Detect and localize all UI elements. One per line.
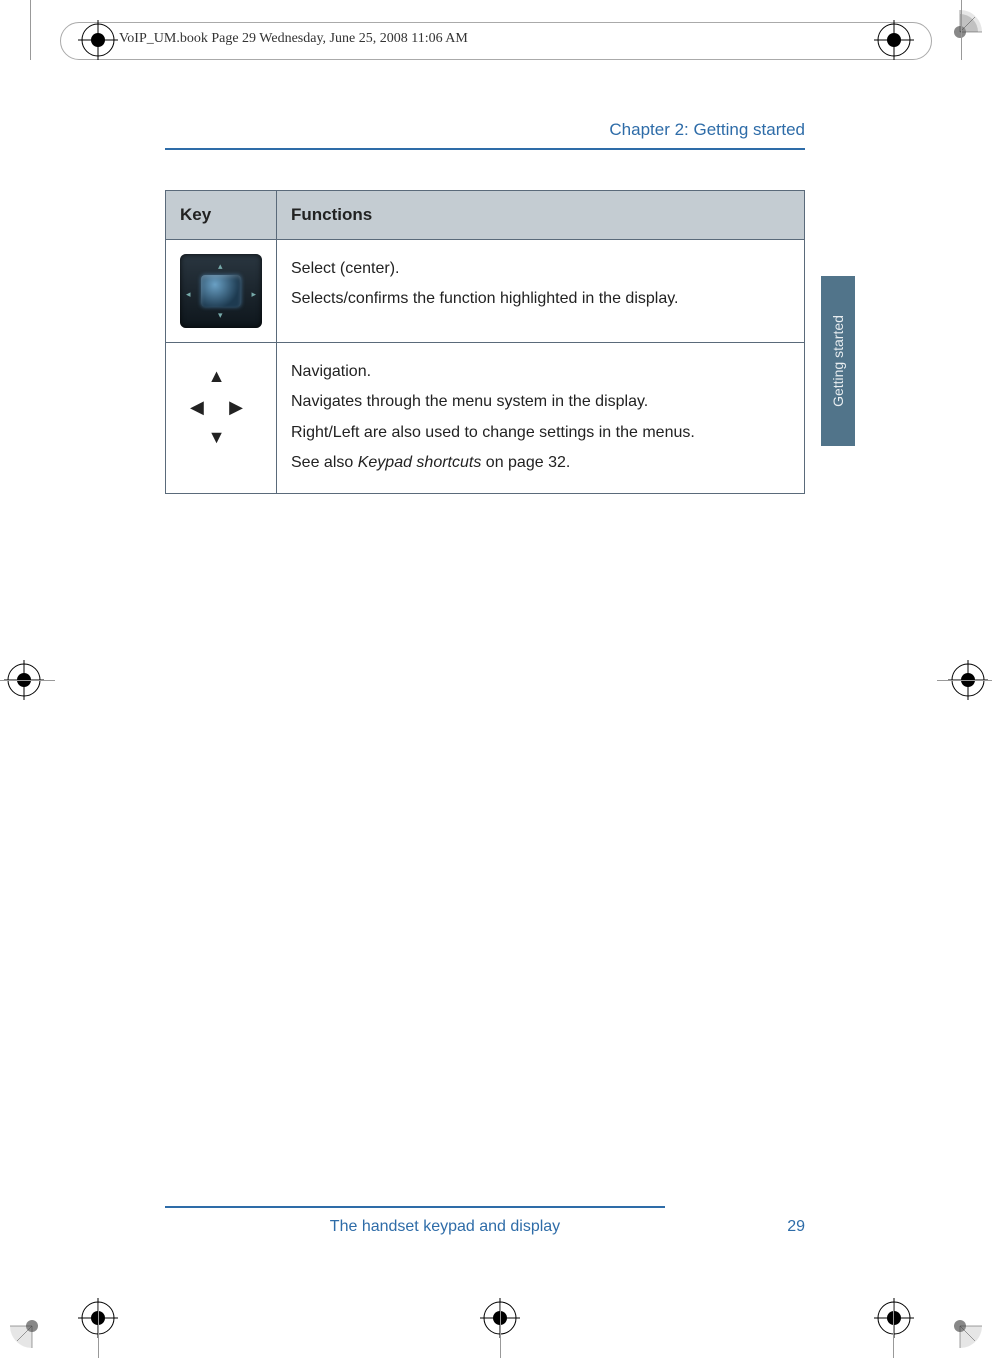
registration-mark-icon — [874, 20, 914, 60]
chapter-heading: Chapter 2: Getting started — [165, 120, 805, 140]
running-head-text: VoIP_UM.book Page 29 Wednesday, June 25,… — [115, 31, 472, 47]
table-header-row: Key Functions — [166, 191, 805, 240]
arrow-up-icon: ▲ — [180, 361, 262, 392]
crop-line — [30, 0, 31, 60]
crop-fan-icon — [938, 1304, 982, 1348]
th-key: Key — [166, 191, 277, 240]
cell-key-select: ▴ ▾ ◂ ▸ — [166, 240, 277, 343]
arrow-right-icon: ▶ — [229, 392, 252, 423]
cell-functions-select: Select (center). Selects/confirms the fu… — [277, 240, 805, 343]
navigation-arrows-icon: ▲ ◀ ▶ ▼ — [180, 357, 262, 453]
crop-fan-icon — [938, 10, 982, 54]
th-functions: Functions — [277, 191, 805, 240]
chapter-rule — [165, 148, 805, 150]
table-row: ▴ ▾ ◂ ▸ Select (center). Selects/confirm… — [166, 240, 805, 343]
registration-mark-icon — [78, 20, 118, 60]
footer: The handset keypad and display 29 — [165, 1218, 805, 1236]
fn-line: Right/Left are also used to change setti… — [291, 418, 790, 448]
footer-page-number: 29 — [725, 1218, 805, 1236]
fn-line: Navigates through the menu system in the… — [291, 387, 790, 417]
crop-line — [893, 1303, 894, 1358]
fn-line: Navigation. — [291, 357, 790, 387]
table-row: ▲ ◀ ▶ ▼ Navigation. Navigates through th… — [166, 343, 805, 494]
fn-text: See also — [291, 454, 358, 471]
fn-line: See also Keypad shortcuts on page 32. — [291, 448, 790, 478]
crop-line — [0, 680, 55, 681]
fn-line: Select (center). — [291, 254, 790, 284]
cell-functions-navigation: Navigation. Navigates through the menu s… — [277, 343, 805, 494]
crop-line — [500, 1303, 501, 1358]
section-tab-label: Getting started — [830, 315, 846, 407]
page-body: Chapter 2: Getting started Key Functions… — [165, 120, 805, 494]
crop-fan-icon — [10, 1304, 54, 1348]
select-key-icon: ▴ ▾ ◂ ▸ — [180, 254, 262, 328]
crop-line — [961, 0, 962, 60]
footer-caption: The handset keypad and display — [165, 1218, 725, 1236]
fn-text: on page 32. — [481, 454, 570, 471]
arrow-down-icon: ▼ — [180, 422, 262, 453]
fn-xref: Keypad shortcuts — [358, 454, 482, 471]
cell-key-navigation: ▲ ◀ ▶ ▼ — [166, 343, 277, 494]
key-functions-table: Key Functions ▴ ▾ ◂ ▸ Select (center). — [165, 190, 805, 494]
crop-line — [937, 680, 992, 681]
crop-line — [98, 1303, 99, 1358]
registration-mark-icon — [874, 1298, 914, 1338]
arrow-left-icon: ◀ — [190, 392, 213, 423]
fn-line: Selects/confirms the function highlighte… — [291, 284, 790, 314]
section-tab: Getting started — [821, 276, 855, 446]
footer-rule — [165, 1206, 665, 1208]
